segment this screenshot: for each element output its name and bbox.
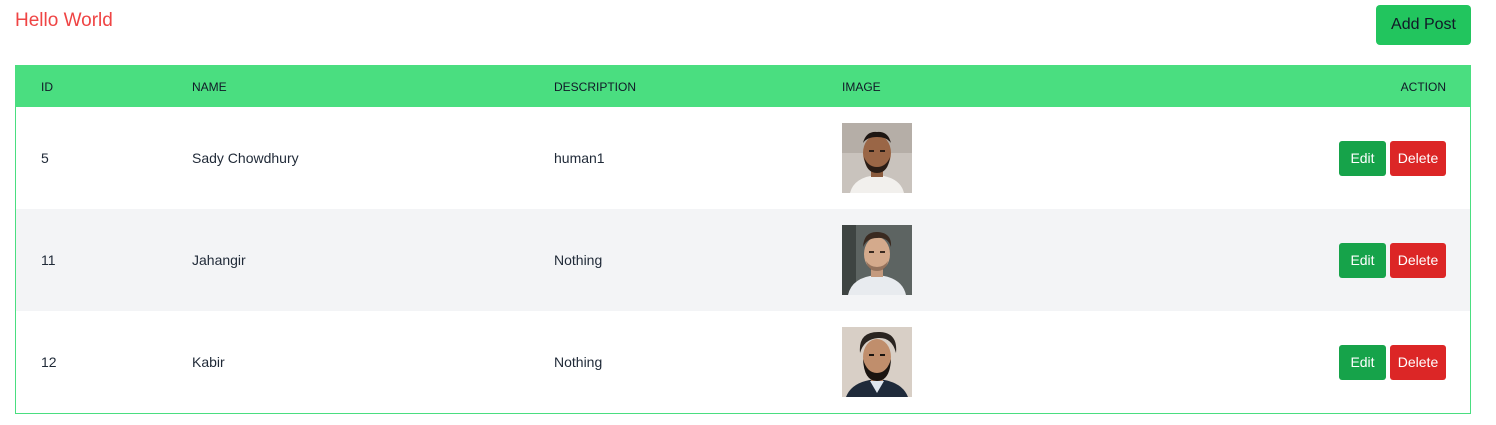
delete-button[interactable]: Delete	[1390, 344, 1446, 380]
cell-name: Jahangir	[192, 252, 246, 268]
edit-button[interactable]: Edit	[1339, 140, 1386, 176]
delete-button[interactable]: Delete	[1390, 242, 1446, 278]
column-header-image: IMAGE	[842, 79, 881, 94]
delete-button[interactable]: Delete	[1390, 140, 1446, 176]
cell-image	[842, 311, 1142, 413]
cell-description: Nothing	[554, 252, 603, 268]
cell-id: 5	[41, 150, 49, 166]
cell-action: Edit Delete	[1142, 209, 1470, 311]
page-title: Hello World	[15, 10, 113, 31]
column-header-id: ID	[41, 79, 53, 94]
add-post-button[interactable]: Add Post	[1376, 5, 1471, 45]
table-row: 5 Sady Chowdhury human1 Edit Delete	[16, 107, 1470, 209]
cell-name: Kabir	[192, 354, 225, 370]
post-image	[842, 123, 912, 193]
edit-button[interactable]: Edit	[1339, 242, 1386, 278]
cell-action: Edit Delete	[1142, 107, 1470, 209]
table-row: 12 Kabir Nothing Edit Delete	[16, 311, 1470, 413]
cell-image	[842, 209, 1142, 311]
table-header-row: ID NAME DESCRIPTION IMAGE ACTION	[16, 66, 1470, 107]
cell-action: Edit Delete	[1142, 311, 1470, 413]
posts-table-container: ID NAME DESCRIPTION IMAGE ACTION 5 Sady …	[15, 65, 1471, 414]
cell-image	[842, 107, 1142, 209]
page: Hello World Add Post ID NAME DESCRIPTION…	[0, 0, 1496, 425]
column-header-description: DESCRIPTION	[554, 79, 637, 94]
edit-button[interactable]: Edit	[1339, 344, 1386, 380]
cell-description: human1	[554, 150, 605, 166]
table-row: 11 Jahangir Nothing Edit Delete	[16, 209, 1470, 311]
post-image	[842, 225, 912, 295]
posts-table: ID NAME DESCRIPTION IMAGE ACTION 5 Sady …	[16, 66, 1470, 413]
cell-description: Nothing	[554, 354, 603, 370]
cell-id: 11	[41, 252, 56, 268]
cell-id: 12	[41, 354, 57, 370]
column-header-action: ACTION	[1400, 79, 1446, 94]
column-header-name: NAME	[192, 79, 227, 94]
cell-name: Sady Chowdhury	[192, 150, 299, 166]
post-image	[842, 327, 912, 397]
